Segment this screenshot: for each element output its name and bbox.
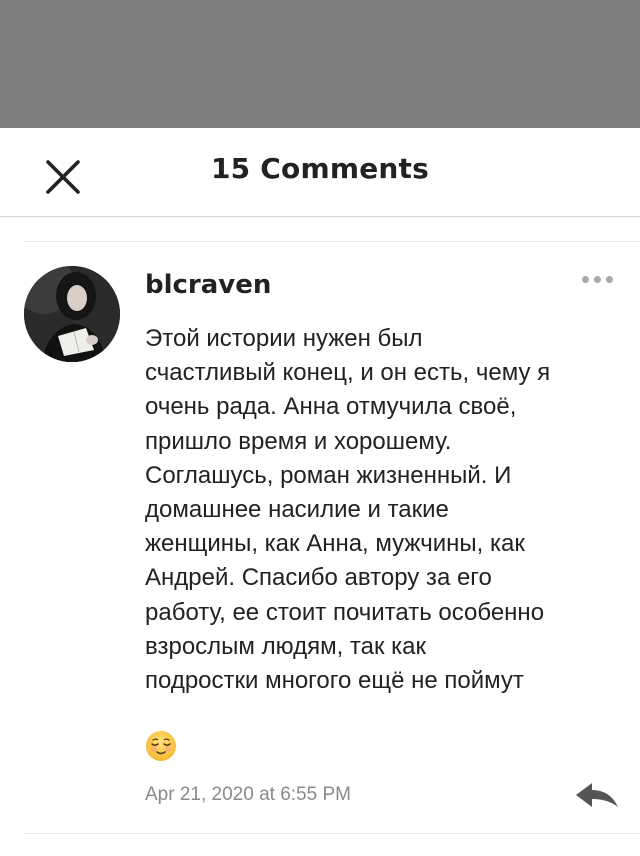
avatar-photo	[24, 266, 120, 362]
more-horizontal-icon	[581, 275, 589, 283]
comment-line: взрослым людям, так как	[145, 632, 427, 660]
divider	[24, 833, 640, 834]
comment-line: очень рада. Анна отмучила своё,	[145, 393, 517, 421]
comment-line: пришло время и хорошему.	[145, 427, 452, 455]
comment-line: Андрей. Спасибо автору за его	[145, 564, 492, 592]
comment-line: работу, ее стоит почитать особенно	[145, 598, 545, 626]
dimmed-background-overlay[interactable]	[0, 0, 640, 128]
divider	[24, 241, 640, 242]
more-options-button[interactable]	[576, 270, 618, 288]
reply-arrow-icon	[576, 783, 618, 807]
comments-sheet-header: 15 Comments	[0, 128, 640, 217]
comments-count-title: 15 Comments	[210, 152, 430, 185]
more-horizontal-icon	[593, 275, 601, 283]
comment-line: домашнее насилие и такие	[145, 496, 449, 524]
comment-body: Этой истории нужен был счастливый конец,…	[145, 322, 625, 698]
relieved-face-emoji	[146, 731, 176, 761]
comment-line: подростки многого ещё не поймут	[145, 667, 524, 695]
comment-timestamp: Apr 21, 2020 at 6:55 PM	[145, 784, 351, 805]
comment-author-username[interactable]: blcraven	[145, 270, 271, 300]
more-horizontal-icon	[605, 275, 613, 283]
comment-line: женщины, как Анна, мужчины, как	[145, 530, 525, 558]
comment-line: Соглашусь, роман жизненный. И	[145, 461, 512, 489]
reply-button[interactable]	[574, 780, 620, 810]
comment-line: счастливый конец, и он есть, чему я	[145, 359, 551, 387]
avatar[interactable]	[24, 266, 120, 362]
comment-line: Этой истории нужен был	[145, 325, 423, 352]
